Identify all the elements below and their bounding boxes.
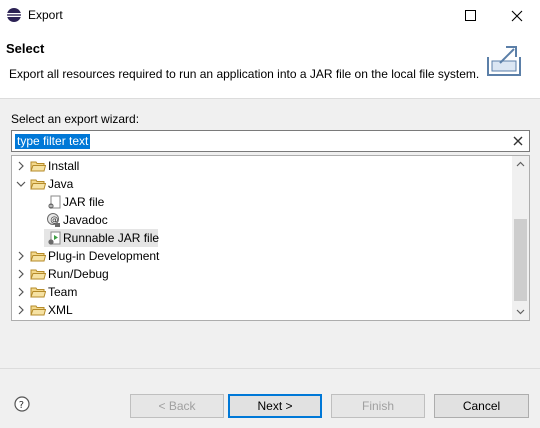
- tree-item-label: Install: [48, 159, 80, 173]
- export-wizard-tree[interactable]: Install Java JAR file @ Javadoc Runnable…: [11, 155, 530, 321]
- runnable-jar-icon: [48, 231, 61, 245]
- chevron-right-icon[interactable]: [16, 287, 26, 297]
- tree-item-label: Plug-in Development: [48, 249, 160, 263]
- tree-item-xml[interactable]: XML: [12, 301, 513, 319]
- tree-item-label: JAR file: [63, 195, 105, 209]
- scroll-up-icon[interactable]: [515, 159, 526, 170]
- page-title: Select: [6, 41, 45, 56]
- javadoc-icon: @: [47, 213, 60, 227]
- tree-item-runnable-jar-file[interactable]: Runnable JAR file: [44, 229, 160, 247]
- folder-icon: [30, 305, 46, 316]
- tree-item-java[interactable]: Java: [12, 175, 513, 193]
- scroll-down-icon[interactable]: [515, 306, 526, 317]
- tree-item-jar-file[interactable]: JAR file: [12, 193, 513, 211]
- page-description: Export all resources required to run an …: [9, 67, 480, 81]
- tree-item-label: XML: [48, 303, 73, 317]
- tree-item-label: Javadoc: [63, 213, 108, 227]
- chevron-right-icon[interactable]: [16, 305, 26, 315]
- help-icon[interactable]: ?: [14, 396, 30, 412]
- folder-icon: [30, 179, 46, 190]
- eclipse-icon: [7, 8, 21, 22]
- tree-item-run-debug[interactable]: Run/Debug: [12, 265, 513, 283]
- tree-item-label: Java: [48, 177, 74, 191]
- clear-filter-icon[interactable]: [511, 134, 525, 148]
- tree-item-install[interactable]: Install: [12, 157, 513, 175]
- chevron-right-icon[interactable]: [16, 269, 26, 279]
- export-wizard-label: Select an export wizard:: [11, 112, 140, 126]
- close-icon: [511, 10, 523, 21]
- finish-button[interactable]: Finish: [331, 394, 425, 418]
- tree-item-label: Runnable JAR file: [63, 231, 160, 245]
- tree-item-label: Run/Debug: [48, 267, 109, 281]
- window-title: Export: [28, 8, 63, 22]
- folder-icon: [30, 287, 46, 298]
- export-banner-icon: [487, 46, 521, 76]
- chevron-down-icon[interactable]: [16, 179, 26, 189]
- back-button[interactable]: < Back: [130, 394, 224, 418]
- folder-icon: [30, 269, 46, 280]
- folder-icon: [30, 251, 46, 262]
- title-bar: Export: [0, 0, 540, 31]
- next-button[interactable]: Next >: [228, 394, 322, 418]
- tree-item-javadoc[interactable]: @ Javadoc: [12, 211, 513, 229]
- jar-file-icon: [48, 195, 61, 209]
- svg-text:@: @: [50, 215, 58, 224]
- tree-item-team[interactable]: Team: [12, 283, 513, 301]
- tree-item-label: Team: [48, 285, 78, 299]
- tree-scrollbar[interactable]: [512, 156, 529, 320]
- scrollbar-thumb[interactable]: [514, 219, 527, 301]
- tree-item-plugin-development[interactable]: Plug-in Development: [12, 247, 513, 265]
- filter-field[interactable]: type filter text: [11, 130, 530, 152]
- svg-text:?: ?: [19, 400, 24, 411]
- chevron-right-icon[interactable]: [16, 251, 26, 261]
- close-button[interactable]: [494, 0, 540, 31]
- maximize-icon: [465, 9, 476, 21]
- cancel-button[interactable]: Cancel: [434, 394, 529, 418]
- wizard-header: Select Export all resources required to …: [0, 31, 540, 99]
- chevron-right-icon[interactable]: [16, 161, 26, 171]
- maximize-button[interactable]: [448, 0, 494, 31]
- folder-icon: [30, 161, 46, 172]
